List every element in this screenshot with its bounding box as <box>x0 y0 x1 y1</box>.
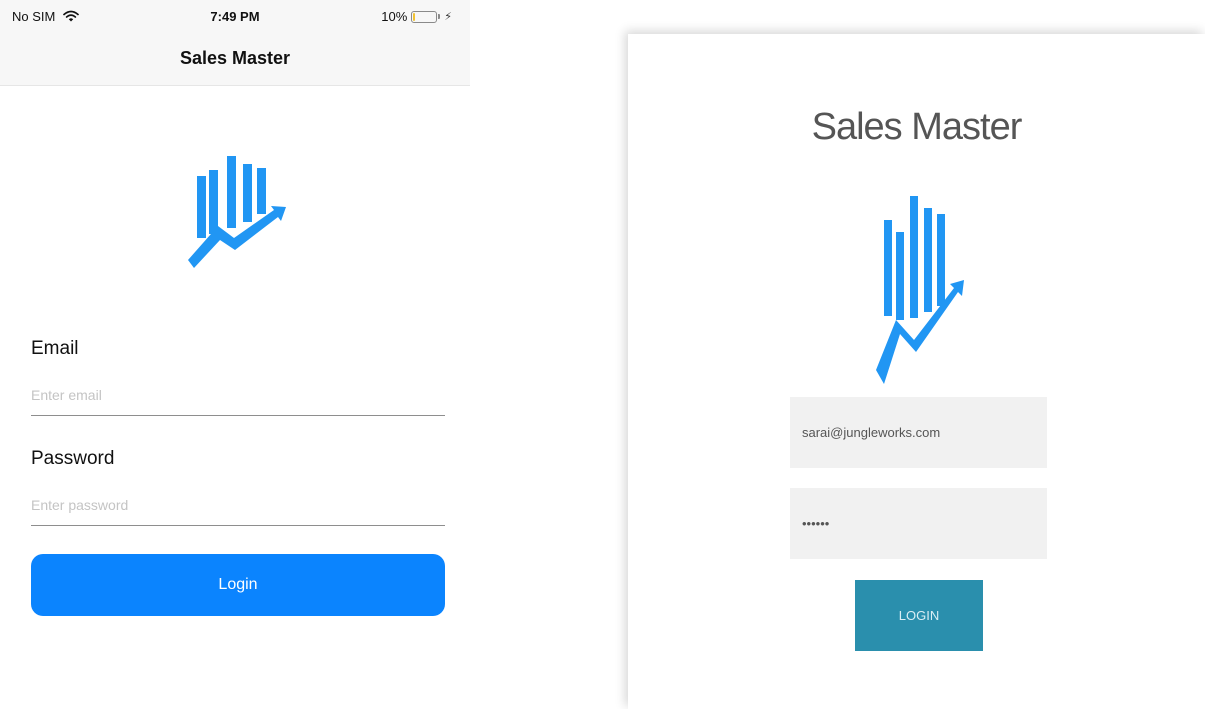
app-title: Sales Master <box>811 106 1023 148</box>
charging-bolt-icon: ⚡ <box>444 11 452 23</box>
email-label: Email <box>31 338 79 359</box>
email-input[interactable] <box>790 397 1047 468</box>
status-bar: No SIM 7:49 PM 10% ⚡ <box>0 0 470 36</box>
login-button[interactable]: LOGIN <box>855 580 983 651</box>
password-input[interactable] <box>790 488 1047 559</box>
android-login-screen: Sales Master LOGIN <box>628 34 1205 709</box>
battery-icon <box>411 10 438 23</box>
status-battery: 10% ⚡ <box>381 9 452 24</box>
login-button[interactable]: Login <box>31 554 445 616</box>
password-input[interactable] <box>31 485 445 526</box>
battery-percent: 10% <box>381 9 408 24</box>
sales-chart-logo-icon <box>188 156 286 268</box>
battery-tip <box>438 14 441 19</box>
ios-login-screen: No SIM 7:49 PM 10% ⚡ Sales Master Email <box>0 0 470 709</box>
email-input[interactable] <box>31 375 445 416</box>
navigation-bar: Sales Master <box>0 36 470 86</box>
password-label: Password <box>31 448 115 469</box>
battery-fill <box>413 12 416 21</box>
sales-chart-logo-icon <box>876 196 964 384</box>
nav-title: Sales Master <box>179 48 291 68</box>
